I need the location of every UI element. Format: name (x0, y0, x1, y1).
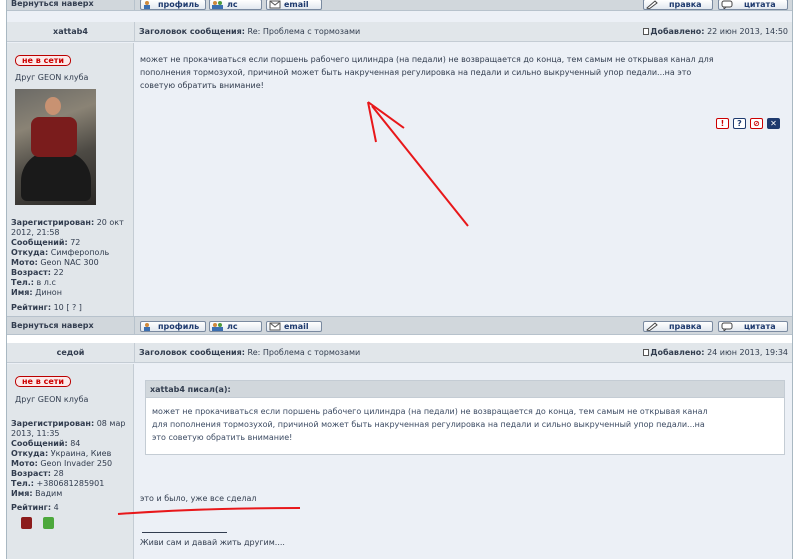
quote-author: xattab4 писал(а): (146, 381, 784, 398)
edit-button[interactable]: правка (643, 321, 713, 332)
user-rating: Рейтинг: 4 (11, 503, 59, 512)
profile-icon (144, 1, 150, 9)
post-subject: Заголовок сообщения: Re: Проблема с торм… (139, 27, 361, 36)
users-icon (212, 323, 223, 331)
post-body: может не прокачиваться если поршень рабо… (140, 55, 714, 90)
post-header: седой Заголовок сообщения: Re: Проблема … (7, 343, 792, 363)
signature: Живи сам и давай жить другим.... (140, 538, 285, 547)
user-rating: Рейтинг: 10 [ ? ] (11, 303, 82, 312)
quote-button[interactable]: цитата (718, 0, 788, 10)
author-profile: не в сети Друг GEON клуба Зарегистрирова… (7, 364, 134, 559)
author-profile: не в сети Друг GEON клуба Зарегистрирова… (7, 43, 134, 316)
envelope-icon (269, 322, 281, 331)
post-header: xattab4 Заголовок сообщения: Re: Проблем… (7, 22, 792, 42)
thumbs-down-icon[interactable] (21, 517, 32, 529)
back-to-top-link[interactable]: Вернуться наверх (11, 321, 94, 330)
info-button[interactable]: ? (733, 118, 746, 129)
delete-button[interactable]: ✕ (767, 118, 780, 129)
post-author[interactable]: xattab4 (7, 27, 134, 36)
pencil-icon (646, 322, 658, 331)
pm-button[interactable]: лс (209, 0, 262, 10)
email-button[interactable]: email (266, 0, 322, 10)
pencil-icon (646, 0, 658, 9)
quote-icon (721, 0, 733, 9)
offline-badge: не в сети (15, 376, 71, 387)
back-to-top-link[interactable]: Вернуться наверх (11, 0, 94, 8)
user-stats: Зарегистрирован: 08 мар 2013, 11:35 Сооб… (11, 419, 126, 498)
profile-icon (144, 323, 150, 331)
post-icon[interactable] (643, 28, 650, 35)
edit-button[interactable]: правка (643, 0, 713, 10)
post-reply: это и было, уже все сделал (140, 494, 257, 503)
signature-divider (142, 532, 227, 533)
quote-icon (721, 322, 733, 331)
post-icon[interactable] (643, 349, 650, 356)
pm-button[interactable]: лс (209, 321, 262, 332)
report-button[interactable]: ! (716, 118, 729, 129)
post-subject: Заголовок сообщения: Re: Проблема с торм… (139, 348, 361, 357)
profile-button[interactable]: профиль (140, 0, 206, 10)
user-rank: Друг GEON клуба (15, 73, 89, 82)
user-rank: Друг GEON клуба (15, 395, 89, 404)
post-date: Добавлено: 24 июн 2013, 19:34 (643, 348, 788, 357)
profile-button[interactable]: профиль (140, 321, 206, 332)
user-stats: Зарегистрирован: 20 окт 2012, 21:58 Сооб… (11, 218, 124, 297)
avatar (15, 89, 96, 205)
post-footer-bar: Вернуться наверх профиль лс email правка… (7, 316, 792, 335)
offline-badge: не в сети (15, 55, 71, 66)
forum-thread: Вернуться наверх профиль лс email правка… (6, 0, 793, 559)
users-icon (212, 1, 223, 9)
quote-text: может не прокачиваться если поршень рабо… (152, 407, 708, 442)
post-tools: ! ? ⊘ ✕ (716, 118, 780, 129)
post-footer-bar: Вернуться наверх профиль лс email правка… (7, 0, 792, 11)
envelope-icon (269, 0, 281, 9)
quote-button[interactable]: цитата (718, 321, 788, 332)
thumbs-up-icon[interactable] (43, 517, 54, 529)
warn-button[interactable]: ⊘ (750, 118, 763, 129)
post-date: Добавлено: 22 июн 2013, 14:50 (643, 27, 788, 36)
quote-block: xattab4 писал(а): может не прокачиваться… (145, 380, 785, 455)
post-author[interactable]: седой (7, 348, 134, 357)
email-button[interactable]: email (266, 321, 322, 332)
